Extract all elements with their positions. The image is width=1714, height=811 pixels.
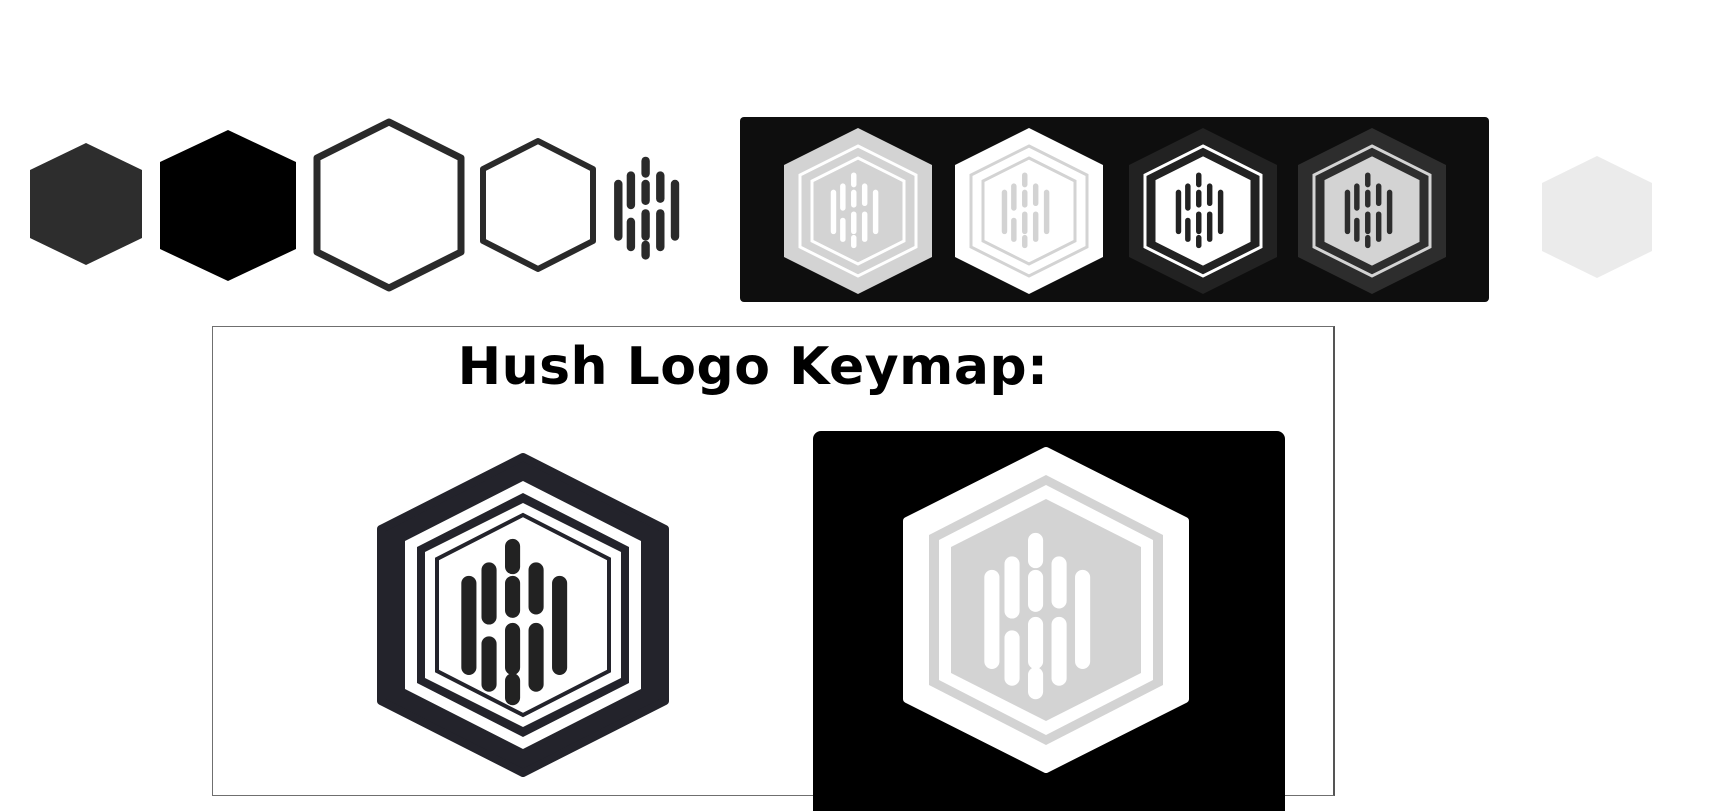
hush-logo-navy-icon [373,451,673,781]
hush-bars-glyph-icon [606,151,702,263]
hush-logo-white-icon [951,124,1107,298]
keymap-title: Hush Logo Keymap: [457,337,1049,397]
hush-logo-dark-icon [1125,124,1281,298]
keymap-dark-panel [813,431,1285,811]
hush-logo-white-on-black-icon [901,445,1191,775]
filled-hexagon-light-gray-icon [1540,154,1654,280]
outline-hexagon-small-icon [479,137,597,273]
filled-hexagon-dark-gray-icon [28,141,144,267]
hush-logo-charcoal-icon [1294,124,1450,298]
keymap-card: Hush Logo Keymap: [212,326,1335,811]
hush-logo-light-gray-icon [780,124,936,298]
outline-hexagon-large-icon [312,117,466,293]
filled-hexagon-black-icon [158,128,298,284]
